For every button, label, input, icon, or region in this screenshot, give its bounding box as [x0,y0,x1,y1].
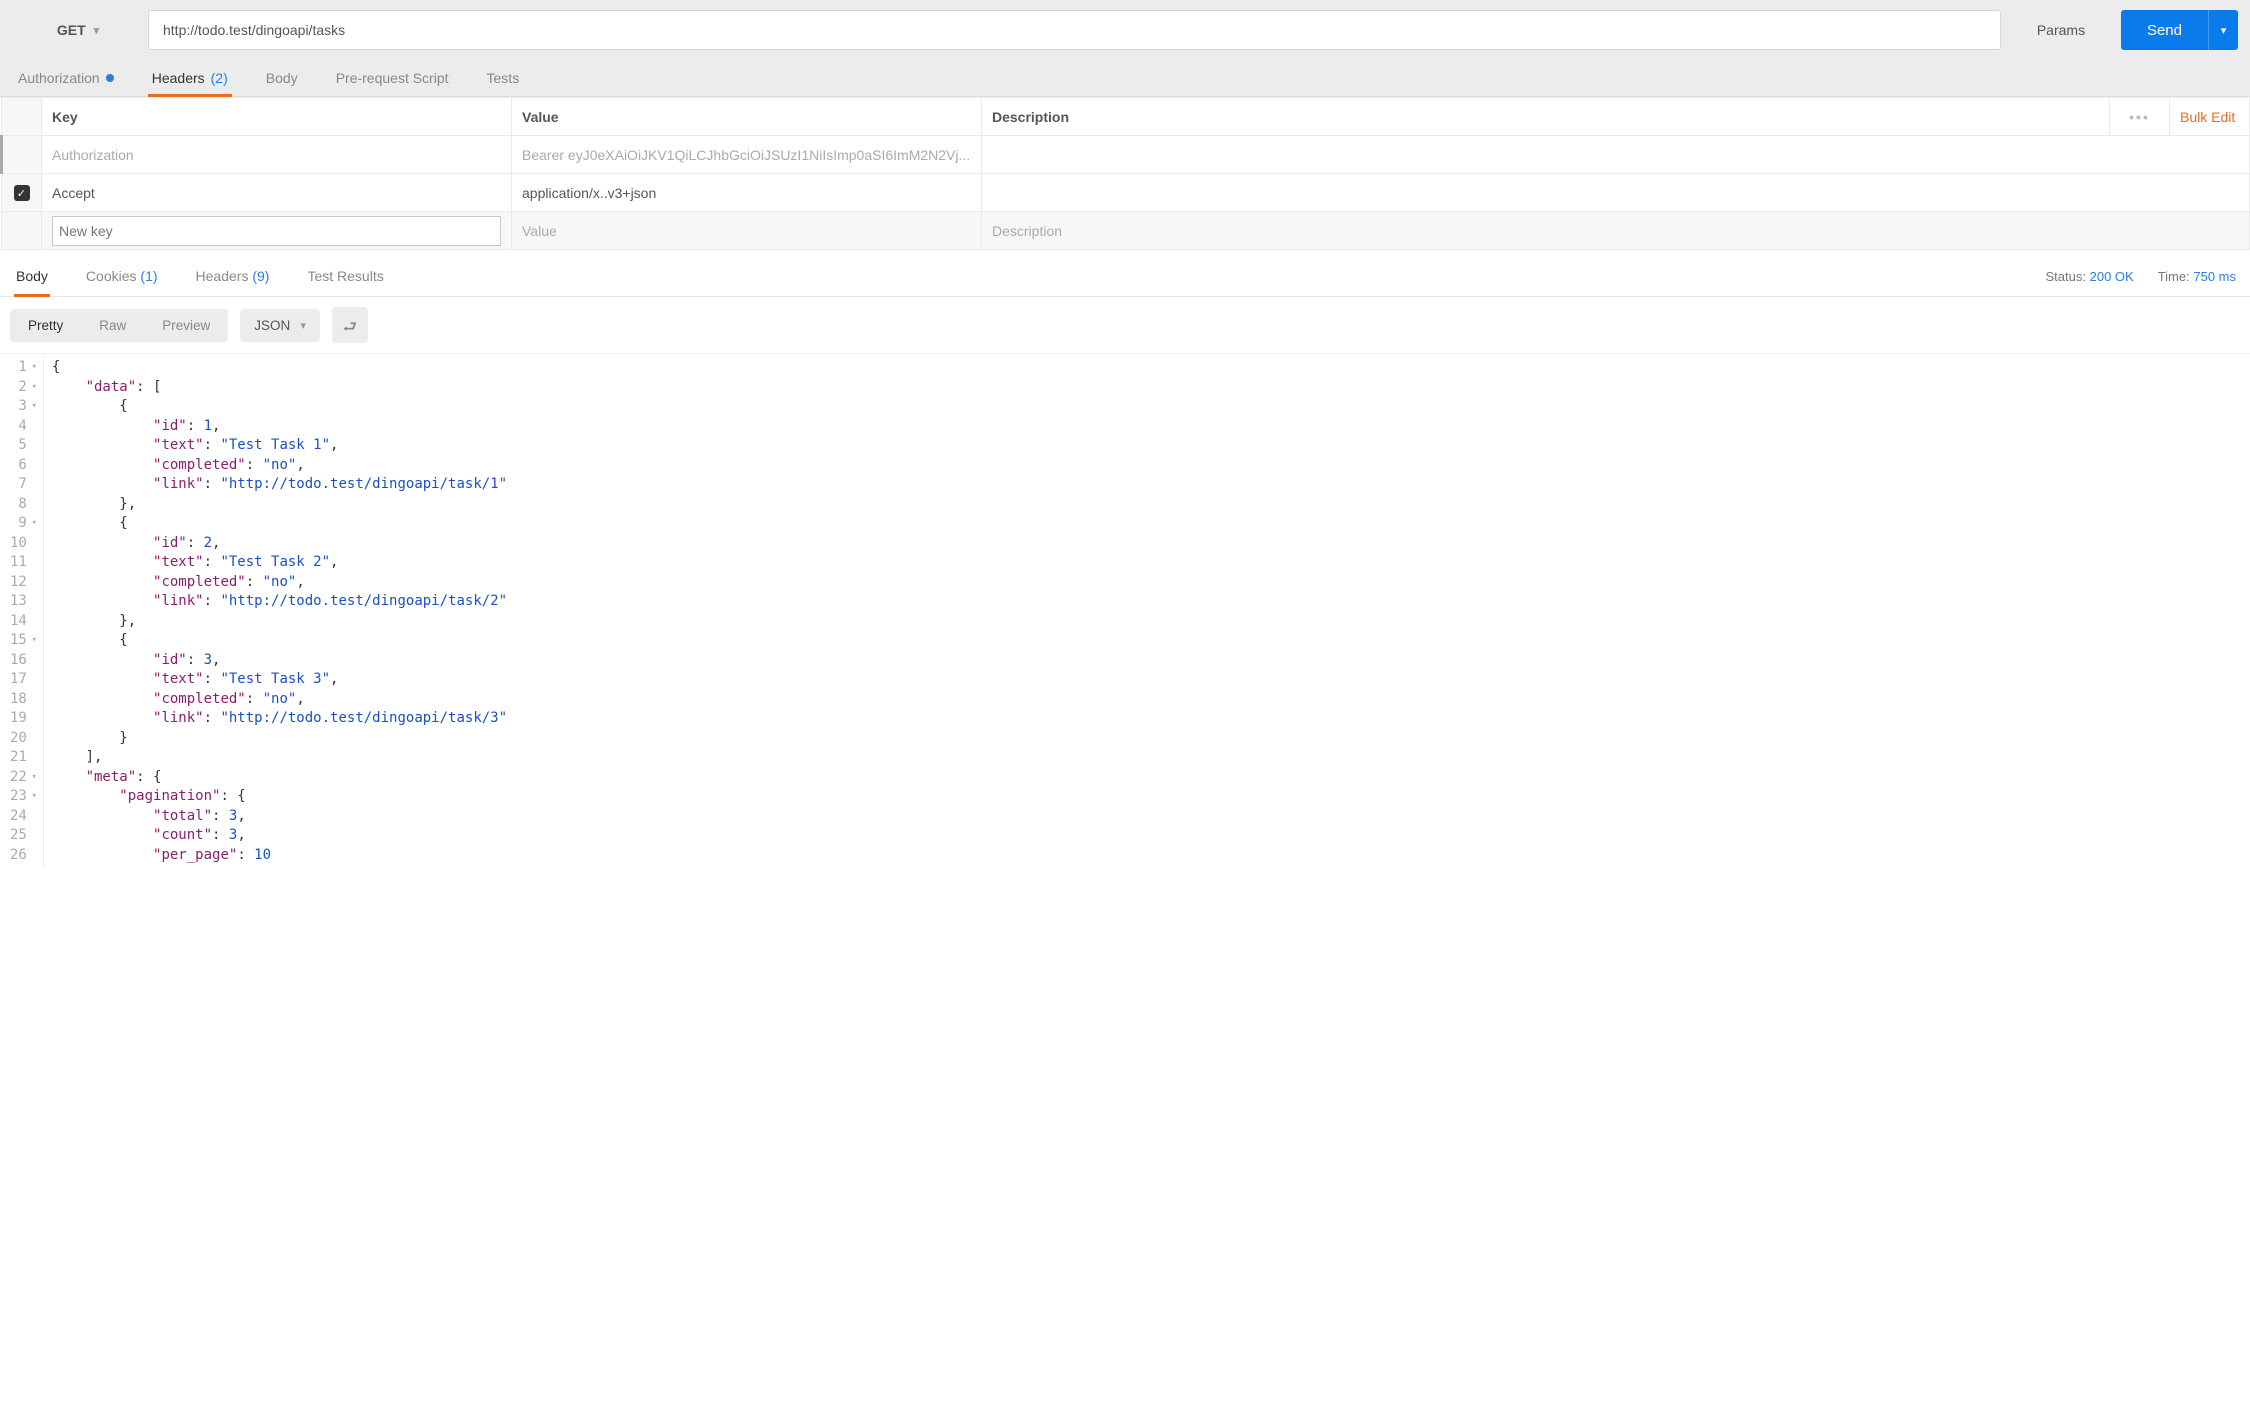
send-button[interactable]: Send [2121,10,2208,50]
time-value: 750 ms [2193,269,2236,284]
time-label: Time: [2158,269,2190,284]
request-tabs: Authorization Headers (2) Body Pre-reque… [0,60,2250,97]
header-desc-cell[interactable] [982,136,2250,174]
view-mode-group: Pretty Raw Preview [10,309,228,342]
chevron-down-icon: ▾ [2221,25,2227,37]
header-key-cell[interactable]: Authorization [42,136,512,174]
value-column-header: Value [512,98,982,136]
tab-label: Cookies [86,268,137,284]
header-value-cell[interactable]: Bearer eyJ0eXAiOiJKV1QiLCJhbGciOiJSUzI1N… [512,136,982,174]
format-dropdown[interactable]: JSON ▾ [240,309,320,342]
tab-label: Body [266,70,298,86]
tab-prerequest[interactable]: Pre-request Script [332,60,453,96]
response-bar: Body Cookies (1) Headers (9) Test Result… [0,256,2250,297]
tab-count: (1) [140,268,157,284]
format-label: JSON [254,318,290,333]
new-value-cell[interactable]: Value [512,212,982,250]
modified-dot-icon [106,74,114,82]
response-tabs: Body Cookies (1) Headers (9) Test Result… [14,256,386,296]
tab-label: Headers [152,70,205,86]
tab-response-body[interactable]: Body [14,256,50,296]
new-key-cell[interactable] [42,212,512,250]
tab-label: Headers [196,268,249,284]
new-header-row[interactable]: Value Description [2,212,2250,250]
tab-count: (9) [252,268,269,284]
tab-label: Test Results [307,268,383,284]
response-meta: Status: 200 OK Time: 750 ms [2046,269,2236,284]
wrap-icon [341,318,359,332]
tab-count: (2) [211,70,228,86]
key-column-header: Key [42,98,512,136]
checkbox-column-header [2,98,42,136]
tab-response-headers[interactable]: Headers (9) [194,256,272,296]
http-method-label: GET [57,22,86,38]
send-button-group: Send ▾ [2121,10,2238,50]
pretty-button[interactable]: Pretty [10,309,81,342]
description-column-header: Description [982,98,2110,136]
table-row[interactable]: ✓ Accept application/x..v3+json [2,174,2250,212]
send-dropdown-button[interactable]: ▾ [2208,10,2238,50]
tab-test-results[interactable]: Test Results [305,256,385,296]
tab-headers[interactable]: Headers (2) [148,60,232,96]
response-body-viewer[interactable]: 1 ▾2 ▾3 ▾4 5 6 7 8 9 ▾10 11 12 13 14 15 … [0,353,2250,869]
line-number-gutter: 1 ▾2 ▾3 ▾4 5 6 7 8 9 ▾10 11 12 13 14 15 … [0,354,44,869]
request-url-bar: GET ▾ Params Send ▾ [0,0,2250,60]
request-url-input[interactable] [148,10,2001,50]
tab-label: Tests [487,70,520,86]
new-key-input[interactable] [52,216,501,246]
actions-column-header[interactable]: ••• [2110,98,2170,136]
table-row[interactable]: Authorization Bearer eyJ0eXAiOiJKV1QiLCJ… [2,136,2250,174]
response-time: Time: 750 ms [2158,269,2236,284]
tab-label: Authorization [18,70,100,86]
response-body-code[interactable]: { "data": [ { "id": 1, "text": "Test Tas… [44,354,515,869]
response-status: Status: 200 OK [2046,269,2134,284]
tab-authorization[interactable]: Authorization [14,60,118,96]
tab-tests[interactable]: Tests [483,60,524,96]
header-value-cell[interactable]: application/x..v3+json [512,174,982,212]
response-toolbar: Pretty Raw Preview JSON ▾ [0,297,2250,353]
headers-table: Key Value Description ••• Bulk Edit Auth… [0,97,2250,250]
status-label: Status: [2046,269,2086,284]
http-method-dropdown[interactable]: GET ▾ [18,10,138,50]
bulk-edit-link[interactable]: Bulk Edit [2170,98,2250,136]
tab-label: Pre-request Script [336,70,449,86]
header-key-cell[interactable]: Accept [42,174,512,212]
raw-button[interactable]: Raw [81,309,144,342]
preview-button[interactable]: Preview [144,309,228,342]
wrap-lines-button[interactable] [332,307,368,343]
chevron-down-icon: ▾ [94,24,100,37]
row-checkbox [2,212,42,250]
tab-response-cookies[interactable]: Cookies (1) [84,256,160,296]
row-checkbox[interactable] [2,136,42,174]
new-desc-cell[interactable]: Description [982,212,2250,250]
tab-label: Body [16,268,48,284]
params-button[interactable]: Params [2011,10,2111,50]
status-value: 200 OK [2090,269,2134,284]
header-desc-cell[interactable] [982,174,2250,212]
chevron-down-icon: ▾ [300,319,306,332]
row-checkbox[interactable]: ✓ [2,174,42,212]
checkbox-checked-icon: ✓ [14,185,30,201]
tab-body[interactable]: Body [262,60,302,96]
